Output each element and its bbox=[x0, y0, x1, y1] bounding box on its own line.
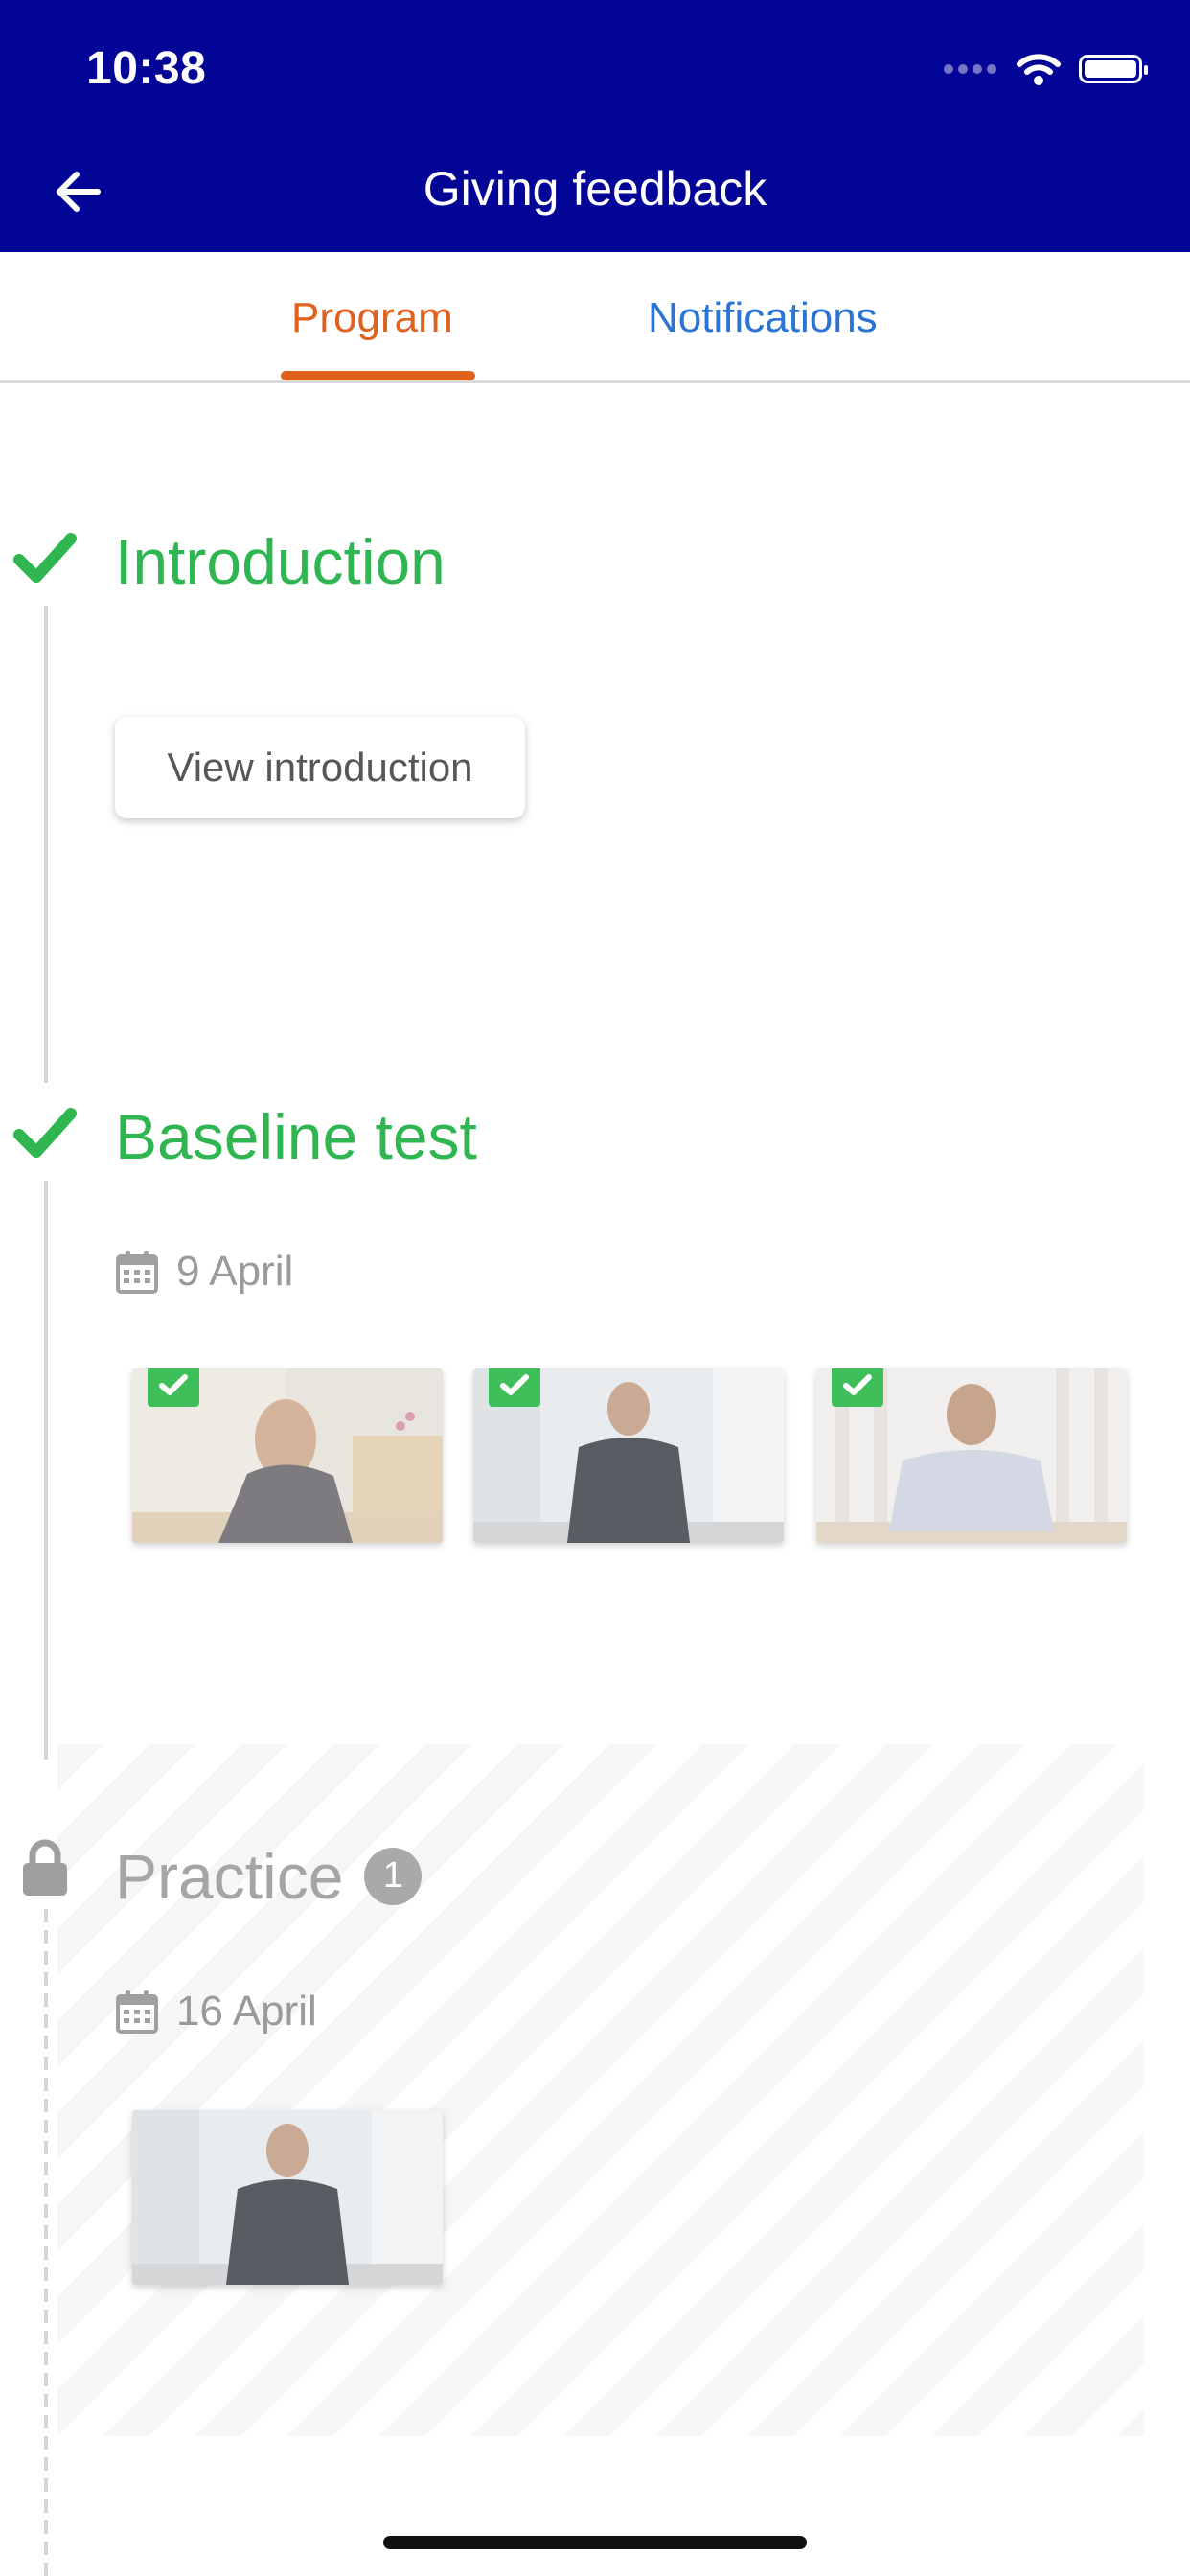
video-thumbnail-woman-at-desk[interactable] bbox=[132, 1368, 443, 1543]
watched-check-icon bbox=[489, 1368, 540, 1407]
tab-notifications[interactable]: Notifications bbox=[648, 294, 878, 342]
section-title-practice: Practice 1 bbox=[115, 1840, 423, 1913]
tab-program[interactable]: Program bbox=[291, 294, 453, 342]
watched-check-icon bbox=[832, 1368, 883, 1407]
timeline-line bbox=[44, 606, 48, 1083]
section-title-baseline-test: Baseline test bbox=[115, 1101, 477, 1172]
calendar-icon bbox=[116, 1251, 158, 1294]
video-preview-image bbox=[132, 2110, 443, 2285]
status-icons bbox=[944, 50, 1148, 88]
calendar-icon bbox=[116, 1990, 158, 2034]
tab-bar: Program Notifications bbox=[0, 252, 1190, 383]
baseline-date-row: 9 April bbox=[115, 1248, 293, 1296]
video-thumbnail-man-standing-suit[interactable] bbox=[473, 1368, 784, 1543]
home-indicator[interactable] bbox=[383, 2536, 807, 2549]
practice-date: 16 April bbox=[176, 1988, 317, 2035]
practice-title-text: Practice bbox=[115, 1841, 344, 1912]
wifi-icon bbox=[1017, 54, 1061, 85]
status-time: 10:38 bbox=[86, 43, 207, 94]
practice-date-row: 16 April bbox=[115, 1988, 317, 2036]
section-title-introduction: Introduction bbox=[115, 526, 446, 597]
timeline-line bbox=[44, 1181, 48, 1760]
timeline-line-locked bbox=[44, 1909, 48, 2576]
view-introduction-button[interactable]: View introduction bbox=[115, 717, 525, 818]
video-thumbnail-man-seated-shirt[interactable] bbox=[816, 1368, 1127, 1543]
lock-icon bbox=[23, 1839, 67, 1896]
active-tab-indicator bbox=[281, 371, 475, 380]
watched-check-icon bbox=[148, 1368, 199, 1407]
practice-count-badge: 1 bbox=[364, 1847, 423, 1905]
video-thumbnail-practice-man-standing[interactable] bbox=[132, 2110, 443, 2285]
completed-check-icon bbox=[13, 1108, 77, 1158]
cellular-signal-icon bbox=[944, 64, 996, 74]
baseline-date: 9 April bbox=[176, 1248, 294, 1295]
battery-icon bbox=[1079, 55, 1148, 83]
page-title: Giving feedback bbox=[423, 162, 767, 216]
app-header: 10:38 Giving feedback bbox=[0, 0, 1190, 252]
completed-check-icon bbox=[13, 533, 77, 583]
